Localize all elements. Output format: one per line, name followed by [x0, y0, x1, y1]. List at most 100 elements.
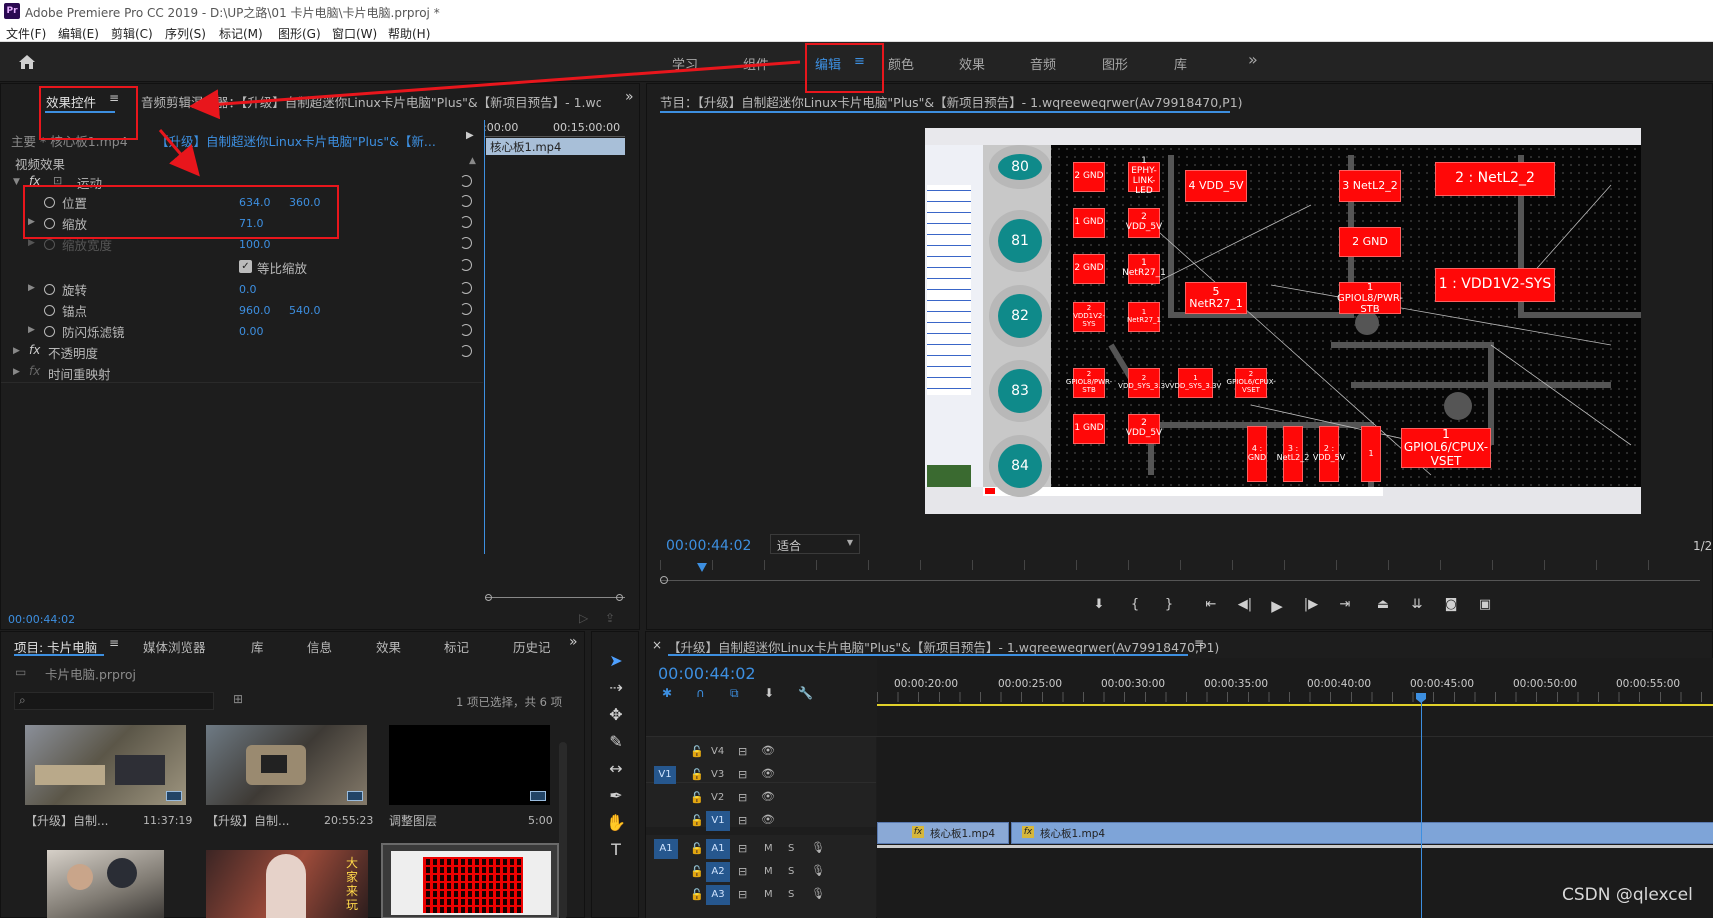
timeline-clip[interactable]: fx 核心板1.mp4 — [1011, 822, 1713, 844]
sync-lock-icon[interactable]: ⊟ — [738, 791, 747, 804]
home-icon[interactable] — [18, 54, 36, 70]
tab-media-browser[interactable]: 媒体浏览器 — [143, 637, 206, 656]
media-name[interactable]: 【升级】自制... — [25, 812, 108, 829]
media-thumbnail[interactable] — [389, 725, 550, 805]
reset-icon[interactable] — [460, 303, 472, 315]
track-name[interactable]: A1 — [706, 839, 730, 859]
timeline-ruler[interactable] — [877, 692, 1713, 702]
menu-marker[interactable]: 标记(M) — [219, 25, 263, 42]
step-forward-icon[interactable]: |▶ — [1299, 597, 1323, 612]
media-thumbnail[interactable]: 大家来玩 — [206, 850, 368, 918]
workspace-tab-learn[interactable]: 学习 — [672, 54, 698, 73]
track-name[interactable]: V2 — [711, 792, 724, 803]
project-scrollbar[interactable] — [559, 742, 567, 918]
razor-tool-icon[interactable]: ✎ — [604, 732, 628, 751]
panel-overflow-icon[interactable]: » — [569, 634, 578, 650]
track-name[interactable]: A2 — [706, 862, 730, 882]
track-name[interactable]: V4 — [711, 746, 724, 757]
slip-tool-icon[interactable]: ↔ — [604, 759, 628, 778]
mark-out-icon[interactable]: } — [1157, 597, 1181, 612]
reset-icon[interactable] — [460, 175, 472, 187]
add-marker-icon[interactable]: ⬇ — [764, 686, 774, 700]
anchor-y-value[interactable]: 540.0 — [289, 304, 321, 317]
reset-icon[interactable] — [460, 216, 472, 228]
sync-lock-icon[interactable]: ⊟ — [738, 745, 747, 758]
track-name[interactable]: V1 — [706, 811, 730, 831]
zoom-handle-left[interactable] — [660, 576, 668, 584]
reset-icon[interactable] — [460, 345, 472, 357]
expand-time-remap-icon[interactable]: ▶ — [13, 367, 20, 377]
media-name[interactable]: 【升级】自制... — [206, 812, 289, 829]
lift-icon[interactable]: ⏏ — [1371, 597, 1395, 612]
expand-rotation-icon[interactable]: ▶ — [28, 283, 35, 293]
track-select-tool-icon[interactable]: ⇢ — [604, 678, 628, 697]
lock-icon[interactable]: 🔓 — [690, 768, 704, 781]
menu-edit[interactable]: 编辑(E) — [58, 25, 99, 42]
menu-graphics[interactable]: 图形(G) — [278, 25, 321, 42]
expand-flicker-icon[interactable]: ▶ — [28, 325, 35, 335]
panel-menu-icon[interactable]: ≡ — [109, 636, 119, 650]
solo-button[interactable]: S — [788, 843, 794, 854]
tab-history[interactable]: 历史记 — [513, 637, 551, 656]
step-back-icon[interactable]: ◀| — [1233, 597, 1257, 612]
track-name[interactable]: A3 — [706, 885, 730, 905]
mark-in-icon[interactable]: { — [1123, 597, 1147, 612]
stopwatch-icon[interactable] — [44, 326, 55, 337]
sync-lock-icon[interactable]: ⊟ — [738, 768, 747, 781]
play-icon[interactable]: ▶ — [1265, 597, 1289, 615]
panel-menu-icon[interactable]: ≡ — [1194, 636, 1204, 650]
sync-lock-icon[interactable]: ⊟ — [738, 865, 747, 878]
extract-icon[interactable]: ⇊ — [1405, 597, 1429, 612]
export-icon[interactable]: ⇪ — [605, 611, 615, 625]
program-monitor-title[interactable]: 节目：【升级】自制超迷你Linux卡片电脑"Plus"&【新项目预告】- 1.w… — [660, 92, 1713, 111]
work-area-bar[interactable] — [877, 704, 1713, 706]
mute-button[interactable]: M — [764, 843, 773, 854]
uniform-scale-checkbox[interactable]: ✓ — [239, 260, 252, 273]
microphone-icon[interactable]: 🎙 — [811, 887, 825, 900]
eye-icon[interactable]: 👁 — [761, 744, 775, 757]
solo-button[interactable]: S — [788, 889, 794, 900]
tab-info[interactable]: 信息 — [307, 637, 332, 656]
expand-motion-icon[interactable]: ▼ — [13, 177, 20, 187]
reset-icon[interactable] — [460, 282, 472, 294]
go-to-out-icon[interactable]: ⇥ — [1333, 597, 1357, 612]
add-marker-icon[interactable]: ⬇ — [1087, 597, 1111, 612]
workspace-tab-audio[interactable]: 音频 — [1030, 54, 1056, 73]
track-name[interactable]: V3 — [711, 769, 724, 780]
effect-controls-timecode[interactable]: 00:00:44:02 — [8, 613, 75, 626]
source-patch-v1[interactable]: V1 — [654, 766, 676, 784]
stopwatch-icon[interactable] — [44, 305, 55, 316]
filter-icon[interactable]: ▷ — [579, 611, 588, 625]
media-name[interactable]: 调整图层 — [389, 812, 437, 829]
eye-icon[interactable]: 👁 — [761, 813, 775, 826]
export-frame-icon[interactable]: ◙ — [1439, 597, 1463, 612]
play-only-icon[interactable]: ▶ — [466, 130, 474, 141]
tab-effects[interactable]: 效果 — [376, 637, 401, 656]
snap-icon[interactable]: ∩ — [696, 686, 705, 700]
reset-icon[interactable] — [460, 324, 472, 336]
go-to-in-icon[interactable]: ⇤ — [1199, 597, 1223, 612]
workspace-tab-effects[interactable]: 效果 — [959, 54, 985, 73]
rotation-value[interactable]: 0.0 — [239, 283, 257, 296]
pen-tool-icon[interactable]: ✒ — [604, 786, 628, 805]
mute-button[interactable]: M — [764, 866, 773, 877]
tab-libraries[interactable]: 库 — [251, 637, 264, 656]
timeline-timecode[interactable]: 00:00:44:02 — [658, 664, 756, 683]
workspace-tab-assembly[interactable]: 组件 — [743, 54, 769, 73]
tab-markers[interactable]: 标记 — [444, 637, 469, 656]
lock-icon[interactable]: 🔓 — [690, 745, 704, 758]
ripple-edit-tool-icon[interactable]: ✥ — [604, 705, 628, 724]
settings-wrench-icon[interactable]: 🔧 — [798, 686, 813, 700]
timeline-playhead[interactable] — [1421, 702, 1422, 918]
menu-clip[interactable]: 剪辑(C) — [111, 25, 153, 42]
nest-icon[interactable]: ✱ — [662, 686, 672, 700]
reset-icon[interactable] — [460, 237, 472, 249]
workspace-tab-libraries[interactable]: 库 — [1174, 54, 1187, 73]
zoom-handle-left[interactable] — [485, 594, 492, 601]
linked-selection-icon[interactable]: ⧉ — [730, 686, 739, 701]
resolution-fraction[interactable]: 1/2 — [1693, 539, 1712, 553]
eye-icon[interactable]: 👁 — [761, 790, 775, 803]
comparison-view-icon[interactable]: ▣ — [1473, 597, 1497, 612]
stopwatch-icon[interactable] — [44, 284, 55, 295]
media-thumbnail[interactable] — [206, 725, 367, 805]
